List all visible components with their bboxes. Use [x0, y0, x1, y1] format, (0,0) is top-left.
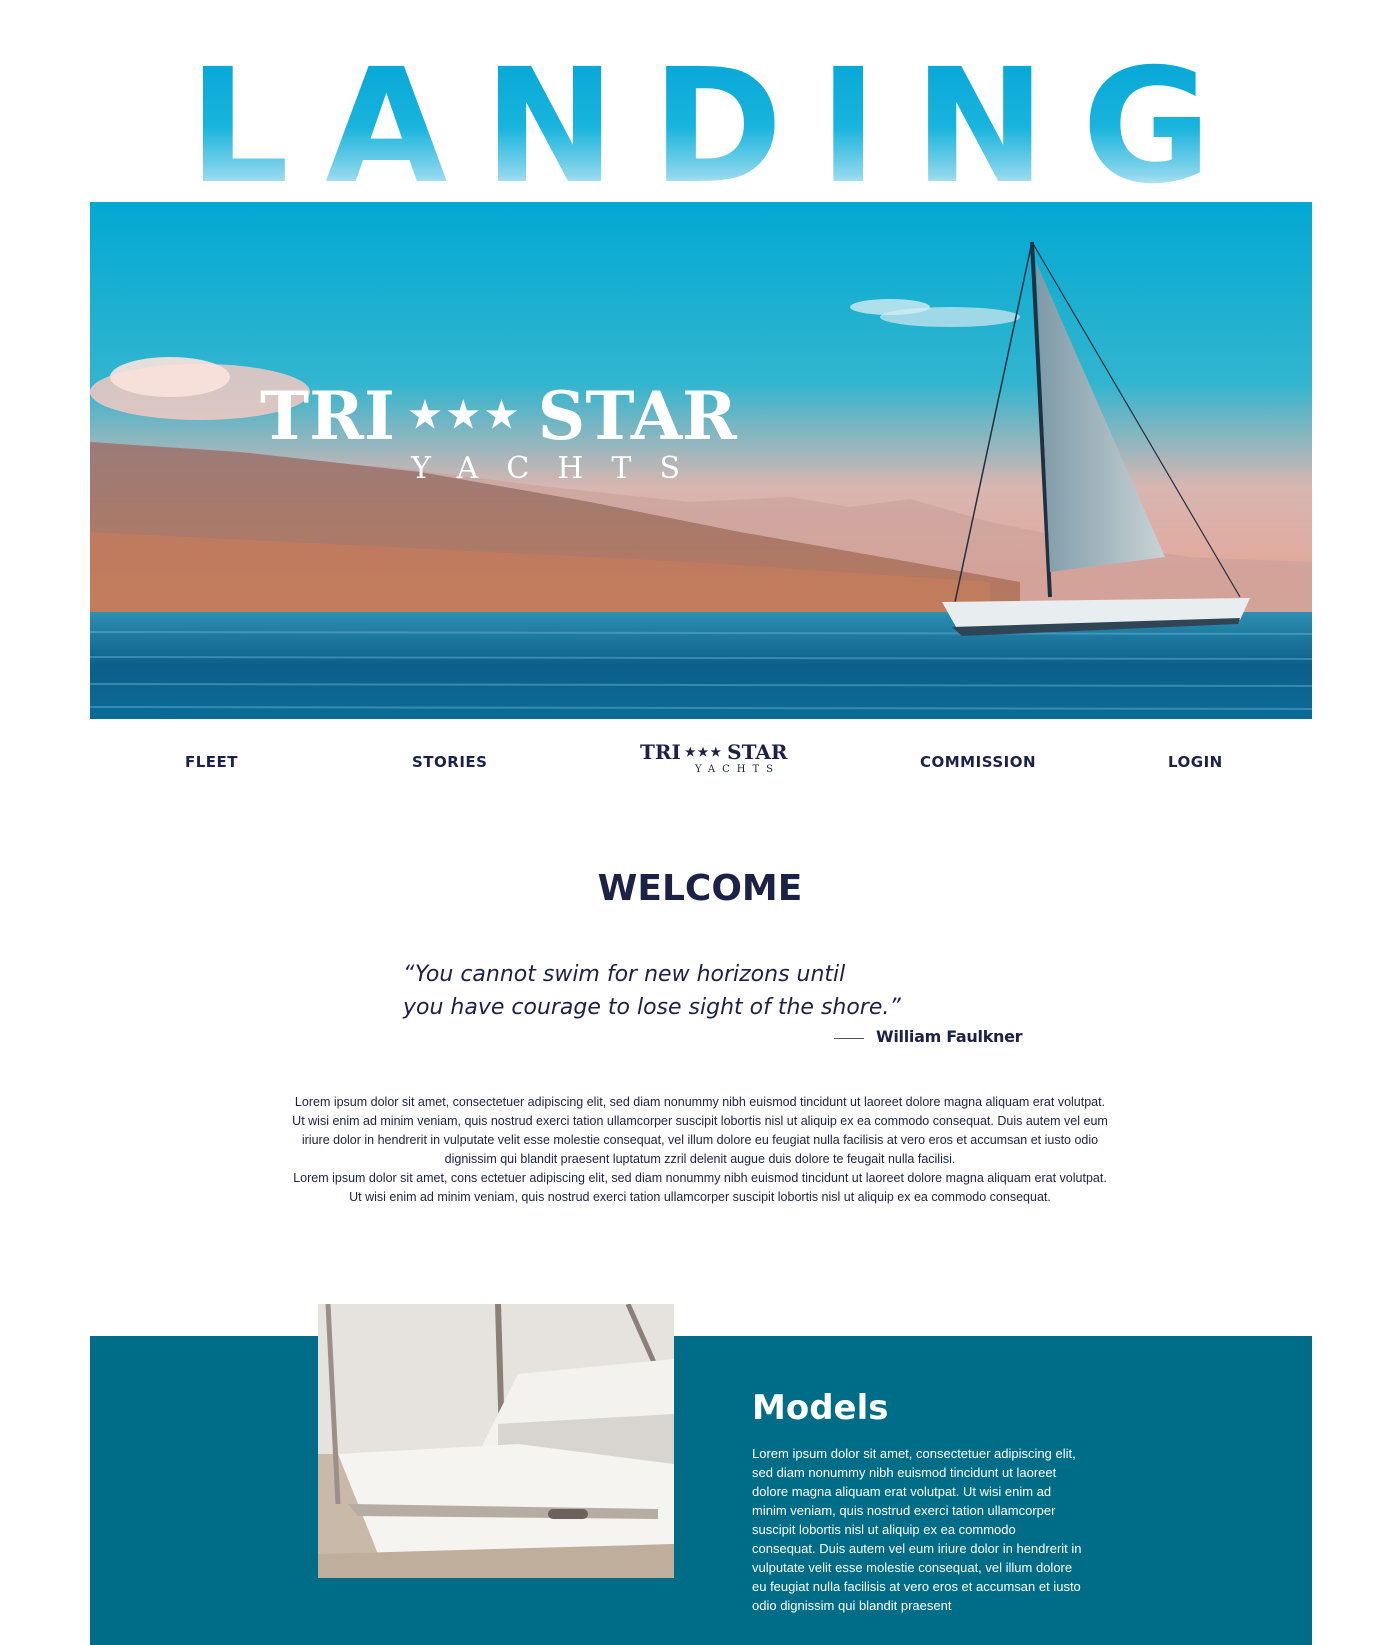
hero-logo-yachts: YACHTS	[411, 451, 708, 486]
welcome-title: WELCOME	[597, 868, 803, 909]
quote-line-1: “You cannot swim for new horizons until	[403, 962, 846, 987]
hero-logo-stars: ★★★	[408, 394, 524, 436]
main-nav: FLEET STORIES TRI ★★★ STAR YACHTS COMMISSI…	[90, 738, 1312, 794]
models-body: Lorem ipsum dolor sit amet, consectetuer…	[752, 1446, 1082, 1613]
nav-logo[interactable]: TRI ★★★ STAR YACHTS	[640, 740, 788, 776]
hero-banner: TRI ★★★ STAR YACHTS	[90, 202, 1312, 719]
yacht-image	[318, 1304, 674, 1578]
models-photo	[318, 1304, 674, 1578]
models-section	[90, 1336, 1312, 1645]
hero-logo: TRI ★★★ STAR YACHTS	[260, 377, 737, 487]
welcome-body: Lorem ipsum dolor sit amet, consectetuer…	[290, 1093, 1110, 1207]
welcome-paragraph-1: Lorem ipsum dolor sit amet, consectetuer…	[292, 1095, 1108, 1166]
hero-logo-tri: TRI	[260, 377, 395, 455]
nav-login[interactable]: LOGIN	[1168, 753, 1223, 771]
nav-stories[interactable]: STORIES	[412, 753, 487, 771]
nav-logo-stars: ★★★	[684, 745, 724, 759]
quote-author-name: William Faulkner	[876, 1027, 1023, 1046]
nav-logo-yachts: YACHTS	[695, 764, 780, 775]
quote: “You cannot swim for new horizons until …	[403, 958, 1023, 1024]
landing-page: LANDING TRI ★★★ STAR YACHTS FLEET STORIE…	[0, 0, 1400, 1645]
quote-author: William Faulkner	[834, 1027, 1023, 1046]
nav-logo-tri: TRI	[640, 740, 681, 764]
nav-logo-star: STAR	[727, 740, 788, 764]
hero-logo-star: STAR	[537, 377, 737, 455]
nav-fleet[interactable]: FLEET	[185, 753, 238, 771]
models-title: Models	[752, 1388, 889, 1428]
quote-line-2: you have courage to lose sight of the sh…	[403, 995, 901, 1020]
nav-commission[interactable]: COMMISSION	[920, 753, 1036, 771]
landing-headline: LANDING	[0, 52, 1400, 202]
welcome-paragraph-2: Lorem ipsum dolor sit amet, cons ectetue…	[293, 1171, 1107, 1204]
